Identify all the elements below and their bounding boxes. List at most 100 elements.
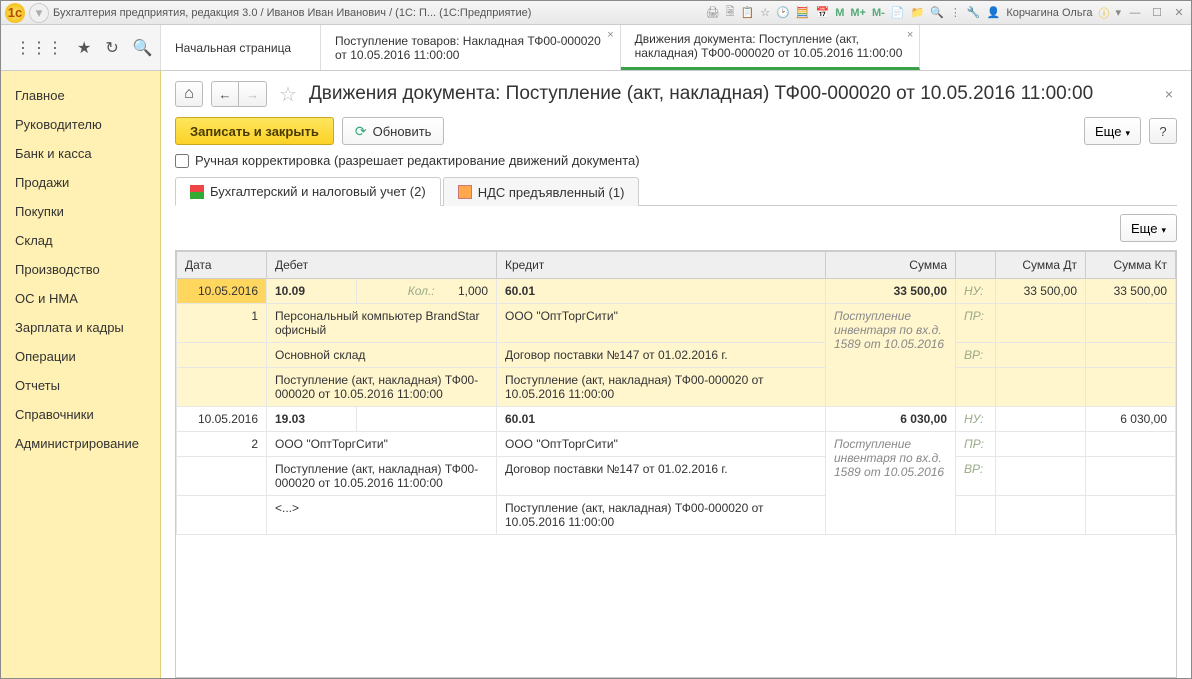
sidebar-item[interactable]: Производство [1,255,160,284]
more-label: Еще [1131,221,1157,236]
sidebar-item[interactable]: Зарплата и кадры [1,313,160,342]
close-page-button[interactable]: × [1161,86,1177,102]
col-credit[interactable]: Кредит [497,252,826,279]
toolbar-icon[interactable]: 📄 [891,6,905,19]
tab-document-1[interactable]: Поступление товаров: Накладная ТФ00-0000… [321,25,621,70]
table-row[interactable]: 10.05.201610.09Кол.: 1,00060.0133 500,00… [177,279,1176,304]
table-row[interactable]: 2ООО "ОптТоргСити"ООО "ОптТоргСити"Посту… [177,432,1176,457]
toolbar-icon[interactable]: 🔧 [967,6,981,19]
toolbar-icon[interactable]: 🔍 [930,6,944,19]
save-close-button[interactable]: Записать и закрыть [175,117,334,145]
sidebar-item[interactable]: Банк и касса [1,139,160,168]
table-row[interactable]: Основной складДоговор поставки №147 от 0… [177,343,1176,368]
cell-date: 10.05.2016 [177,279,267,304]
user-icon[interactable]: 👤 [987,6,1001,19]
tab-document-2[interactable]: Движения документа: Поступление (акт, на… [621,25,921,70]
cell-sum-kt: 33 500,00 [1086,279,1176,304]
cell-debit-line: ООО "ОптТоргСити" [267,432,497,457]
tab-home[interactable]: Начальная страница [161,25,321,70]
sidebar-item[interactable]: Продажи [1,168,160,197]
sidebar-item[interactable]: Руководителю [1,110,160,139]
cell-vr-label: ВР: [956,457,996,496]
sidebar-item[interactable]: Справочники [1,400,160,429]
tab-label: Начальная страница [175,41,291,55]
cell-nu-label: НУ: [956,407,996,432]
maximize-button[interactable]: ☐ [1149,6,1165,20]
toolbar-icon[interactable]: ☆ [760,6,770,19]
apps-icon[interactable]: ⋮⋮⋮ [15,38,63,58]
col-sum-kt[interactable]: Сумма Кт [1086,252,1176,279]
cell-qty: Кол.: 1,000 [357,279,497,304]
search-icon[interactable]: 🔍 [133,38,153,58]
cell-credit-line: Поступление (акт, накладная) ТФ00-000020… [497,496,826,535]
sidebar-item[interactable]: Покупки [1,197,160,226]
tab-vat[interactable]: НДС предъявленный (1) [443,177,640,206]
postings-grid[interactable]: Дата Дебет Кредит Сумма Сумма Дт Сумма К… [175,250,1177,678]
table-row[interactable]: Поступление (акт, накладная) ТФ00-000020… [177,457,1176,496]
sidebar-item[interactable]: ОС и НМА [1,284,160,313]
toolbar-icon[interactable]: 📋 [741,6,755,19]
history-icon[interactable]: ↻ [105,38,118,58]
sidebar-item[interactable]: Отчеты [1,371,160,400]
toolbar-icon[interactable]: 📁 [911,6,925,19]
refresh-button[interactable]: Обновить [342,117,445,145]
back-button[interactable] [211,81,239,107]
memory-mplus[interactable]: M+ [850,7,866,19]
toolbar-icon[interactable]: 🕑 [776,6,790,19]
cell-pr-label: ПР: [956,432,996,457]
main-content: ☆ Движения документа: Поступление (акт, … [161,71,1191,678]
more-button[interactable]: Еще [1084,117,1141,145]
user-name[interactable]: Корчагина Ольга [1006,7,1092,19]
calculator-icon[interactable]: 🧮 [796,6,810,19]
window-title: Бухгалтерия предприятия, редакция 3.0 / … [53,7,531,19]
table-row[interactable]: Поступление (акт, накладная) ТФ00-000020… [177,368,1176,407]
col-sum[interactable]: Сумма [826,252,956,279]
table-row[interactable]: 1Персональный компьютер BrandStar офисны… [177,304,1176,343]
tab-close-icon[interactable]: × [907,29,913,41]
titlebar: 1c ▾ Бухгалтерия предприятия, редакция 3… [1,1,1191,25]
cell-n: 1 [177,304,267,343]
close-button[interactable]: ✕ [1171,6,1187,20]
calendar-icon[interactable]: 📅 [816,6,830,19]
sidebar-item[interactable]: Администрирование [1,429,160,458]
favorite-toggle[interactable]: ☆ [275,82,301,107]
cell-credit-acc: 60.01 [497,279,826,304]
toolbar-icon[interactable]: 🖨 [706,6,720,19]
col-debit[interactable]: Дебет [267,252,497,279]
tab-label: Движения документа: Поступление (акт, на… [635,32,906,60]
memory-m[interactable]: M [835,7,844,19]
table-row[interactable]: 10.05.201619.0360.016 030,00НУ:6 030,00 [177,407,1176,432]
cell-debit-acc: 19.03 [267,407,357,432]
cell-sum: 6 030,00 [826,407,956,432]
help-button[interactable]: ? [1149,118,1177,144]
favorite-icon[interactable]: ★ [77,38,91,58]
sidebar-item[interactable]: Главное [1,81,160,110]
table-row[interactable]: <...>Поступление (акт, накладная) ТФ00-0… [177,496,1176,535]
dropdown-icon[interactable]: ▾ [1115,6,1121,19]
sidebar-item[interactable]: Операции [1,342,160,371]
cell-credit-line: ООО "ОптТоргСити" [497,304,826,343]
dropdown-icon[interactable]: ▾ [29,3,49,23]
cell-sum-desc: Поступление инвентаря по вх.д. 1589 от 1… [826,304,956,407]
forward-button[interactable] [239,81,267,107]
col-date[interactable]: Дата [177,252,267,279]
cell-credit-line: Договор поставки №147 от 01.02.2016 г. [497,457,826,496]
cell-vr-label: ВР: [956,343,996,368]
grid-more-button[interactable]: Еще [1120,214,1177,242]
toolbar-icon[interactable]: 🗟 [726,3,735,22]
minimize-button[interactable]: — [1127,6,1143,20]
document-tabs: ⋮⋮⋮ ★ ↻ 🔍 Начальная страница Поступление… [1,25,1191,71]
sidebar-item[interactable]: Склад [1,226,160,255]
refresh-label: Обновить [373,124,432,139]
home-button[interactable] [175,81,203,107]
register-tabs: Бухгалтерский и налоговый учет (2) НДС п… [175,176,1177,206]
toolbar-icon[interactable]: ⋮ [950,6,961,19]
col-empty[interactable] [956,252,996,279]
tab-close-icon[interactable]: × [607,29,613,41]
refresh-icon [355,123,367,140]
col-sum-dt[interactable]: Сумма Дт [996,252,1086,279]
memory-mminus[interactable]: M- [872,7,885,19]
tab-accounting[interactable]: Бухгалтерский и налоговый учет (2) [175,177,441,206]
info-icon[interactable]: ⓘ [1098,5,1109,21]
manual-edit-checkbox[interactable] [175,154,189,168]
